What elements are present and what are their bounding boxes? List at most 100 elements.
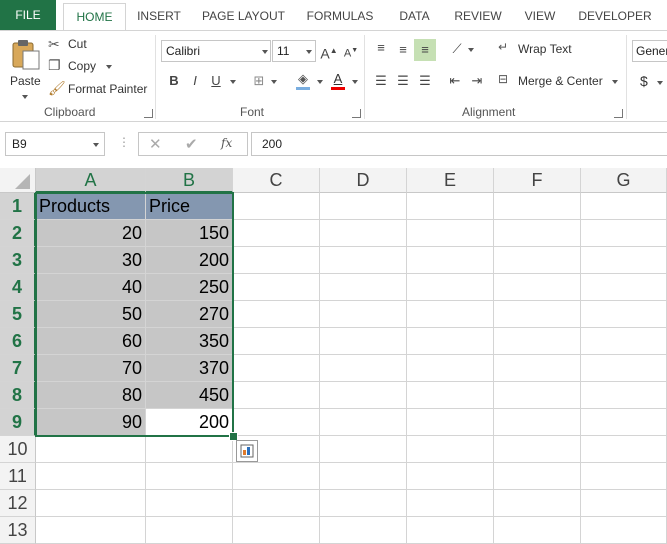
data-cell[interactable]: 40 [36,274,146,301]
active-cell[interactable]: 200 [146,409,233,436]
data-cell[interactable]: 450 [146,382,233,409]
cell[interactable] [233,193,320,220]
cell[interactable] [320,409,407,436]
cell[interactable] [407,274,494,301]
tab-page-layout[interactable]: PAGE LAYOUT [196,3,291,30]
cell[interactable] [407,382,494,409]
bold-button[interactable]: B [163,70,185,92]
data-cell[interactable]: 60 [36,328,146,355]
row-header[interactable]: 1 [0,193,36,220]
align-center-icon[interactable]: ☰ [392,70,414,92]
cell[interactable] [581,247,667,274]
copy-button[interactable]: ❐ Copy [48,57,116,75]
tab-developer[interactable]: DEVELOPER [574,3,656,30]
wrap-text-button[interactable]: ↵ Wrap Text [498,39,578,59]
align-bottom-icon[interactable]: ≡ [414,39,436,61]
orientation-dropdown-icon[interactable] [468,48,474,52]
cell[interactable] [407,517,494,544]
cell[interactable] [494,517,581,544]
function-icon[interactable]: fx [221,136,232,150]
cancel-icon[interactable]: ✕ [149,135,162,153]
cell[interactable] [494,382,581,409]
header-cell[interactable]: Products [36,193,146,220]
column-header-d[interactable]: D [320,168,407,193]
cell[interactable] [494,301,581,328]
tab-review[interactable]: REVIEW [449,3,507,30]
cell[interactable] [320,301,407,328]
align-left-icon[interactable]: ☰ [370,70,392,92]
number-format-select[interactable]: Gener [632,40,667,62]
cell[interactable] [494,409,581,436]
quick-analysis-button[interactable] [236,440,258,462]
cell[interactable] [407,490,494,517]
cell[interactable] [581,382,667,409]
cell[interactable] [320,517,407,544]
font-color-icon[interactable]: A [327,68,349,90]
cell[interactable] [233,301,320,328]
currency-button[interactable]: $ [640,73,648,89]
currency-dropdown-icon[interactable] [657,81,663,85]
cell[interactable] [407,193,494,220]
cell[interactable] [407,463,494,490]
row-header[interactable]: 2 [0,220,36,247]
align-top-icon[interactable]: ≡ [370,37,392,59]
data-cell[interactable]: 90 [36,409,146,436]
data-cell[interactable]: 80 [36,382,146,409]
row-header[interactable]: 4 [0,274,36,301]
cell[interactable] [407,220,494,247]
cell[interactable] [233,490,320,517]
cell[interactable] [320,274,407,301]
tab-formulas[interactable]: FORMULAS [300,3,380,30]
cell[interactable] [36,517,146,544]
cell[interactable] [320,328,407,355]
row-header[interactable]: 13 [0,517,36,544]
row-header[interactable]: 9 [0,409,36,436]
grow-font-icon[interactable]: A▲ [318,40,340,62]
cell[interactable] [581,409,667,436]
cell[interactable] [146,490,233,517]
cell[interactable] [320,247,407,274]
row-header[interactable]: 12 [0,490,36,517]
cell[interactable] [407,328,494,355]
row-header[interactable]: 3 [0,247,36,274]
column-header-e[interactable]: E [407,168,494,193]
cell[interactable] [146,517,233,544]
cell[interactable] [36,436,146,463]
data-cell[interactable]: 30 [36,247,146,274]
column-header-g[interactable]: G [581,168,667,193]
tab-home[interactable]: HOME [63,3,126,31]
tab-data[interactable]: DATA [392,3,437,30]
data-cell[interactable]: 200 [146,247,233,274]
cell[interactable] [233,247,320,274]
cell[interactable] [581,328,667,355]
borders-dropdown-icon[interactable] [271,80,277,84]
cell[interactable] [581,193,667,220]
cell[interactable] [233,355,320,382]
cell[interactable] [494,274,581,301]
tab-file[interactable]: FILE [0,0,56,30]
cell[interactable] [233,220,320,247]
formula-input[interactable]: 200 [251,132,667,156]
column-header-a[interactable]: A [36,168,146,193]
underline-dropdown-icon[interactable] [230,80,236,84]
data-cell[interactable]: 50 [36,301,146,328]
cell[interactable] [233,463,320,490]
cell[interactable] [581,355,667,382]
cell[interactable] [233,409,320,436]
cell[interactable] [320,463,407,490]
cell[interactable] [581,220,667,247]
orientation-icon[interactable]: ⟋ [446,38,468,60]
cell[interactable] [320,490,407,517]
cell[interactable] [407,247,494,274]
data-cell[interactable]: 150 [146,220,233,247]
tab-insert[interactable]: INSERT [130,3,188,30]
decrease-indent-icon[interactable]: ⇤ [444,70,466,92]
cell[interactable] [494,355,581,382]
name-box[interactable]: B9 [5,132,105,156]
increase-indent-icon[interactable]: ⇥ [466,70,488,92]
font-size-select[interactable]: 11 [272,40,316,62]
cell[interactable] [407,301,494,328]
cell[interactable] [320,220,407,247]
cell[interactable] [36,463,146,490]
cell[interactable] [407,409,494,436]
